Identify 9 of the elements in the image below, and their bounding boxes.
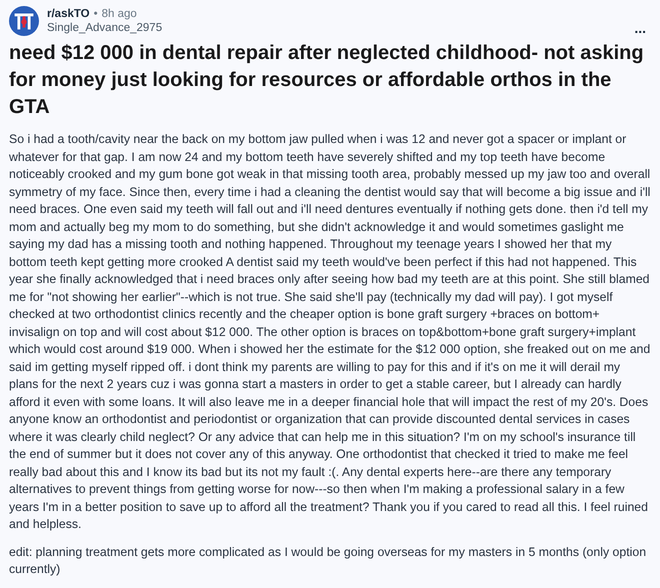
post-paragraph: edit: planning treatment gets more complicated as I would be going overseas for my masters in 5 months (only option currently) (9, 544, 648, 578)
more-options-button[interactable]: ... (628, 20, 652, 36)
subreddit-link[interactable]: r/askTO (47, 7, 90, 21)
post-time: 8h ago (102, 7, 137, 21)
post-title: need $12 000 in dental repair after neglected childhood- not asking for money just looking for resources or affordable orthos in the GTA (9, 41, 645, 120)
subreddit-avatar-icon[interactable] (9, 6, 39, 36)
author-name[interactable]: Single_Advance_2975 (47, 21, 620, 35)
post-paragraph: So i had a tooth/cavity near the back on my bottom jaw pulled when i was 12 and never got a spacer or implant or whatever for that gap. I am now 24 and my bottom teeth have severely shifted and my top teeth have become noticeably crooked and my gum bone got weak in that missing tooth area, probably messed up my jaw too and overall symmetry of my face. Since then, every time i had a cleaning the dentist would say that will become a big issue and i'll need braces. One even said my teeth will fall out and i'll need dentures eventually if nothing gets done. then i'd tell my mom and actually beg my mom to do something, but she didn't acknowledge it and would sometimes gaslight me saying my dad has a missing tooth and nothing happened. Throughout my teenage years I showed her that my bottom teeth kept getting more crooked A dentist said my teeth would've been perfect if this had not happened. This year she finally acknowledged that i need braces only after seeing how bad my teeth are at this point. She still blamed me for "not showing her earlier"--which is not true. She said she'll pay (technically my dad will pay). I got myself checked at two orthodontist clinics recently and the cheaper option is bone graft surgery +braces on bottom+ invisalign on top and will cost about $12 000. The other option is braces on top&bottom+bone graft surgery+implant which would cost around $19 000. When i showed her the estimate for the $12 000 option, she freaked out on me and said im getting myself ripped off. i dont think my parents are willing to pay for this and if it's on me it will derail my plans for the next 2 years cuz i was gonna start a masters in order to get a stable career, but I already can hardly afford it even with some loans. It will also leave me in a deeper financial hole that will impact the rest of my 20's. Does anyone know an orthodontist and periodontist or organization that can provide discounted dental services in cases where it was clearly child neglect? Or any advice that can help me in this situation? I'm on my school's insurance till the end of summer but it does not cover any of this anyway. One orthodontist that checked it tried to make me feel really bad about this and I know its bad but its not my fault :(. Any dental experts here--are there any temporary alternatives to prevent things from getting worse for now---so then when I'm making a professional salary in a few years I'm in a better position to save up to afford all the treatment? Thank you if you cared to read all this. I feel ruined and helpless. (9, 131, 652, 533)
separator-dot: • (94, 7, 98, 21)
